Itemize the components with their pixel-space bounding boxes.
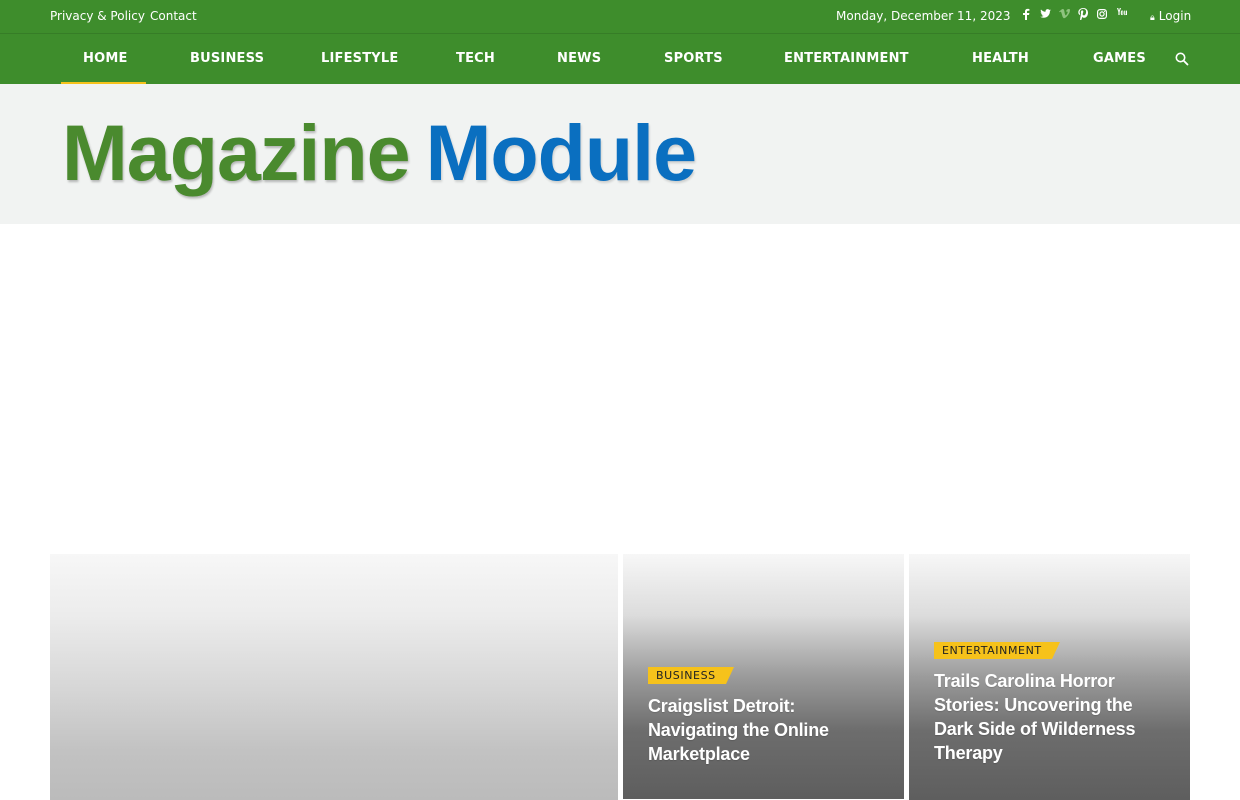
feature-card-entertainment[interactable]: Entertainment Trails Carolina Horror Sto… [909, 554, 1190, 800]
twitter-icon[interactable] [1039, 8, 1051, 24]
top-bar: Privacy & Policy Contact Monday, Decembe… [0, 0, 1240, 33]
pinterest-icon[interactable] [1077, 8, 1089, 24]
nav-item-news[interactable]: News [557, 34, 601, 84]
nav-item-games[interactable]: Games [1093, 34, 1146, 84]
search-icon[interactable] [1174, 51, 1190, 67]
facebook-icon[interactable] [1020, 8, 1032, 24]
logo-word-module: Module [425, 108, 697, 197]
feature-card-business[interactable]: Business Craigslist Detroit: Navigating … [623, 554, 904, 799]
article-title[interactable]: Trails Carolina Horror Stories: Uncoveri… [934, 669, 1166, 765]
instagram-icon[interactable] [1096, 8, 1108, 24]
article-title[interactable]: Craigslist Detroit: Navigating the Onlin… [648, 694, 878, 766]
contact-link[interactable]: Contact [150, 9, 197, 23]
nav-item-business[interactable]: Business [190, 34, 264, 84]
ad-space [0, 224, 1240, 554]
nav-item-health[interactable]: Health [972, 34, 1029, 84]
nav-item-sports[interactable]: Sports [664, 34, 723, 84]
vimeo-icon[interactable] [1058, 8, 1070, 24]
nav-item-entertainment[interactable]: Entertainment [784, 34, 909, 84]
nav-item-tech[interactable]: Tech [456, 34, 495, 84]
privacy-policy-link[interactable]: Privacy & Policy [50, 9, 145, 23]
current-date: Monday, December 11, 2023 [836, 9, 1011, 23]
site-logo[interactable]: Magazine Module [62, 108, 697, 198]
logo-word-magazine: Magazine [62, 108, 411, 197]
nav-item-home[interactable]: Home [83, 34, 128, 84]
category-badge[interactable]: Business [648, 667, 734, 684]
feature-card-main[interactable] [50, 554, 618, 800]
lock-icon: 🔒︎ [1150, 13, 1155, 23]
login-link[interactable]: 🔒︎ Login [1150, 9, 1191, 23]
main-nav: Home Business Lifestyle Tech News Sports… [0, 33, 1240, 85]
nav-item-lifestyle[interactable]: Lifestyle [321, 34, 399, 84]
login-label: Login [1158, 9, 1192, 23]
youtube-icon[interactable] [1115, 8, 1127, 24]
category-badge[interactable]: Entertainment [934, 642, 1060, 659]
